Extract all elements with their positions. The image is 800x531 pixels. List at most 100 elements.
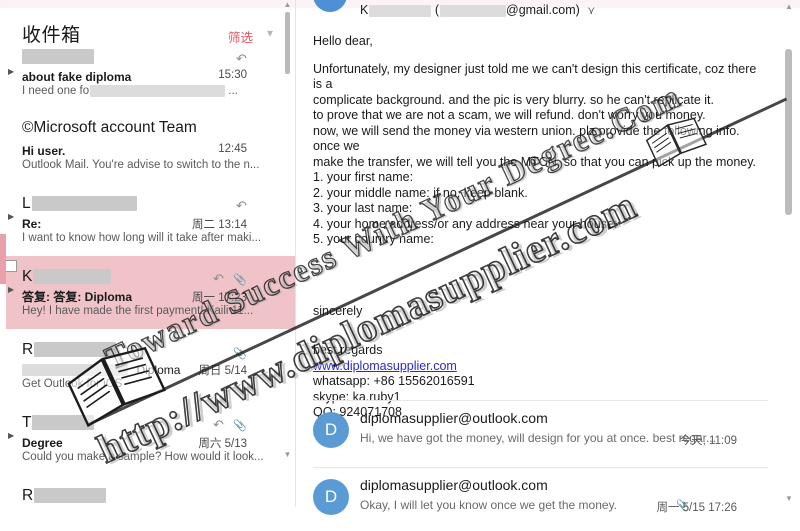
scroll-down-arrow-icon[interactable]: ▼ (784, 494, 794, 504)
scroll-up-arrow-icon[interactable]: ▲ (283, 0, 292, 9)
list-item-preview: I want to know how long will it take aft… (22, 232, 262, 244)
thread-snippet: Okay, I will let you know once we get th… (360, 498, 618, 512)
message-header: K (@gmail.com) ⋎ (295, 0, 775, 26)
body-line: to prove that we are not a scam, we will… (313, 108, 706, 122)
mail-client-window: 收件箱 筛选 ▾ ↷ ▶ about fake diploma 15:30 I … (0, 0, 800, 515)
list-item[interactable]: ↷ ▶ about fake diploma 15:30 I need one … (0, 44, 295, 109)
list-item[interactable]: ©Microsoft account Team Hi user. 12:45 O… (0, 109, 295, 183)
body-line: 3. your last name: (313, 201, 413, 215)
body-line: make the transfer, we will tell you the … (313, 154, 757, 169)
attachment-icon[interactable]: 📎 (233, 273, 247, 286)
pane-divider (295, 0, 296, 507)
list-item-date: 15:30 (218, 69, 247, 81)
list-item-date: 周二 13:14 (192, 219, 247, 231)
reply-icon[interactable]: ↷ (236, 51, 247, 67)
thread-divider (313, 400, 768, 401)
list-item-subject: Hi user. (22, 144, 66, 158)
scrollbar-track[interactable] (285, 10, 290, 450)
body-line: now, we will send the money via western … (313, 123, 747, 154)
list-item[interactable]: R 📎 Diploma 周日 5/14 Get Outlook for iOS (0, 329, 295, 402)
avatar (313, 0, 347, 12)
scrollbar-thumb[interactable] (785, 49, 792, 215)
body-line: 2. your middle name: if no, keep blank. (313, 185, 528, 200)
list-item-sender: ©Microsoft account Team (22, 119, 197, 136)
window-left-edge (0, 0, 6, 507)
list-item-subject: about fake diploma (22, 70, 132, 84)
sender-address: K (@gmail.com) ⋎ (360, 3, 596, 17)
list-item-preview: I need one fo ... (22, 85, 238, 98)
list-item-date: 12:45 (218, 143, 247, 155)
attachment-icon[interactable]: 📎 (233, 419, 247, 432)
avatar: D (313, 412, 349, 448)
thread-sender: diplomasupplier@outlook.com (360, 410, 548, 426)
scrollbar-thumb[interactable] (285, 12, 290, 74)
expand-caret-icon[interactable]: ▶ (8, 67, 14, 76)
message-list-pane: 收件箱 筛选 ▾ ↷ ▶ about fake diploma 15:30 I … (0, 0, 295, 507)
body-line: complicate background. and the pic is ve… (313, 92, 714, 107)
signature-whatsapp: whatsapp: +86 15562016591 (313, 374, 475, 388)
list-item-subject: Diploma (136, 363, 181, 377)
row-icons: 📎 (227, 346, 247, 360)
thread-item[interactable]: D diplomasupplier@outlook.com Hi, we hav… (295, 404, 775, 464)
signature-closing: sincerely (313, 303, 363, 318)
chevron-down-double-icon[interactable]: ⋎ (587, 4, 595, 17)
message-body: Hello dear, Unfortunately, my designer j… (313, 34, 768, 439)
thread-sender: diplomasupplier@outlook.com (360, 477, 548, 493)
list-item-date: 周六 5/13 (198, 438, 247, 450)
list-item-preview: Outlook Mail. You're advise to switch to… (22, 159, 260, 171)
message-list-scrollbar[interactable]: ▲ ▼ (282, 0, 293, 463)
website-link[interactable]: www.diplomasupplier.com (313, 359, 457, 373)
body-line: 4. your home address/or any address near… (313, 216, 618, 231)
expand-caret-icon[interactable]: ▶ (8, 285, 14, 294)
list-item-sender: T (22, 414, 32, 431)
body-line: Hello dear, (313, 34, 373, 48)
expand-caret-icon[interactable]: ▶ (8, 431, 14, 440)
avatar: D (313, 479, 349, 515)
thread-snippet: Hi, we have got the money, will design f… (360, 431, 716, 445)
list-item-sender: L (22, 195, 31, 212)
thread-divider (313, 467, 768, 468)
select-checkbox[interactable] (5, 260, 17, 272)
scroll-down-arrow-icon[interactable]: ▼ (283, 450, 292, 459)
thread-item[interactable]: D diplomasupplier@outlook.com Okay, I wi… (295, 471, 775, 531)
body-line: 5. your country name: (313, 232, 434, 246)
list-item-sender: R (22, 341, 34, 358)
signature-regards: best regards (313, 343, 383, 357)
reading-pane: K (@gmail.com) ⋎ Hello dear, Unfortunate… (295, 0, 800, 515)
list-item-preview: Could you make a sample? How would it lo… (22, 451, 264, 463)
row-icons: ↷ (230, 198, 247, 214)
scroll-up-arrow-icon[interactable]: ▲ (784, 2, 794, 12)
reading-pane-scrollbar[interactable]: ▲ ▼ (782, 0, 796, 507)
attachment-icon[interactable]: 📎 (233, 347, 247, 360)
thread-date: 今天, 11:09 (679, 435, 737, 447)
list-item-subject: Degree (22, 436, 63, 450)
list-item-selected[interactable]: K ↷ 📎 ▶ 答复: 答复: Diploma 周一 17:23 Hey! I … (0, 256, 295, 329)
row-icons: ↷ 📎 (207, 417, 247, 433)
row-icons: ↷ 📎 (207, 271, 247, 287)
list-item-date: 周日 5/14 (198, 365, 247, 377)
list-item-sender: K (22, 268, 33, 285)
list-item[interactable]: R N Diploma 周六 5/13 Hi how much for dipl… (0, 475, 295, 507)
list-item[interactable]: T ↷ 📎 ▶ Degree 周六 5/13 Could you make a … (0, 402, 295, 475)
reply-icon[interactable]: ↷ (213, 417, 224, 433)
body-line: Unfortunately, my designer just told me … (313, 61, 760, 92)
reply-icon[interactable]: ↷ (213, 271, 224, 287)
row-icons: ↷ (230, 51, 247, 67)
chevron-down-icon[interactable]: ▾ (267, 26, 273, 40)
body-line: 1. your first name: (313, 170, 414, 184)
list-item[interactable]: L ↷ ▶ Re: 周二 13:14 I want to know how lo… (0, 183, 295, 256)
expand-caret-icon[interactable]: ▶ (8, 212, 14, 221)
list-item-sender: R (22, 487, 34, 504)
thread-date: 周一 5/15 17:26 (656, 502, 737, 514)
page-title: 收件箱 (22, 25, 81, 46)
reply-icon[interactable]: ↷ (236, 198, 247, 214)
pane-top-tint (0, 0, 295, 8)
list-item-date: 周一 17:23 (192, 292, 247, 304)
signature-skype: skype: ka.ruby1 (313, 389, 401, 404)
message-list-scroll-area[interactable]: ↷ ▶ about fake diploma 15:30 I need one … (0, 44, 295, 507)
list-item-subject: 答复: 答复: Diploma (22, 290, 132, 304)
list-item-preview: Hey! I have made the first payment! Kail… (22, 305, 254, 317)
list-item-preview: Get Outlook for iOS (22, 378, 123, 390)
message-list-header: 收件箱 筛选 ▾ (0, 8, 295, 48)
list-item-subject: Re: (22, 217, 42, 231)
